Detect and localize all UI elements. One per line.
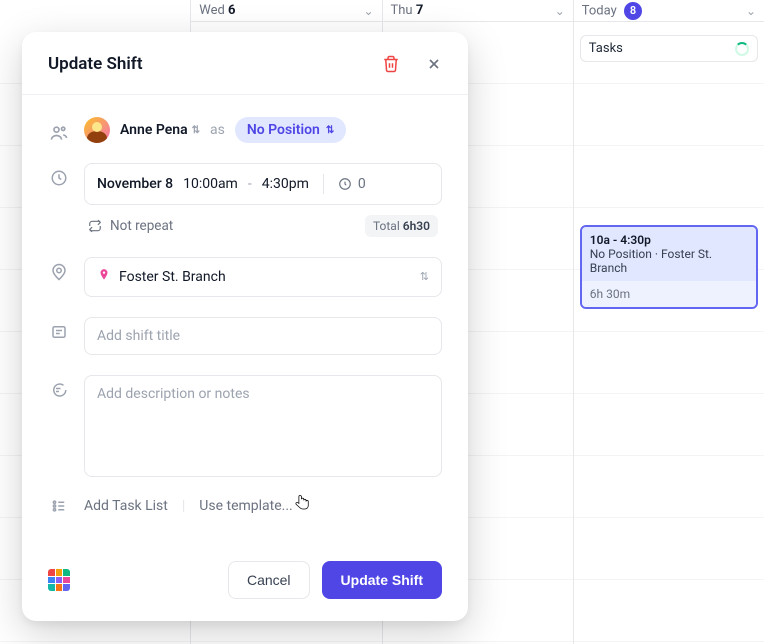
spinner-icon: [735, 42, 749, 56]
repeat-icon: [88, 219, 102, 233]
use-template-link[interactable]: Use template...: [199, 498, 292, 514]
position-selector[interactable]: No Position ⇅: [235, 117, 346, 143]
tasks-label: Tasks: [589, 41, 623, 56]
dash: -: [248, 176, 252, 192]
tasks-chip[interactable]: Tasks: [580, 35, 758, 62]
assignee-selector[interactable]: Anne Pena ⇅: [120, 122, 200, 138]
shift-event-time: 10a - 4:30p: [590, 233, 748, 247]
day-number: 6: [228, 3, 235, 18]
caret-updown-icon: ⇅: [326, 125, 334, 136]
end-time: 4:30pm: [262, 176, 309, 192]
repeat-label: Not repeat: [110, 218, 173, 234]
trash-icon[interactable]: [382, 55, 400, 73]
caret-updown-icon: ⇅: [420, 274, 429, 280]
day-prefix: Thu: [391, 3, 416, 18]
break-clock-icon: [338, 177, 352, 191]
chevron-down-icon[interactable]: ⌄: [555, 4, 565, 18]
caret-updown-icon: ⇅: [192, 125, 200, 136]
title-icon: [48, 317, 70, 341]
chevron-down-icon[interactable]: ⌄: [363, 4, 373, 18]
time-field[interactable]: November 8 10:00am - 4:30pm 0: [84, 163, 442, 205]
assignee-name-text: Anne Pena: [120, 122, 188, 138]
add-task-list-link[interactable]: Add Task List: [84, 498, 168, 514]
shift-event-meta: No Position · Foster St. Branch: [590, 247, 748, 275]
shift-event-block[interactable]: 10a - 4:30p No Position · Foster St. Bra…: [580, 225, 758, 309]
location-icon: [48, 257, 70, 281]
day-header-today[interactable]: Today 8 ⌄: [574, 0, 764, 22]
tasklist-icon: [48, 497, 70, 515]
update-shift-button[interactable]: Update Shift: [322, 561, 442, 599]
close-icon[interactable]: [426, 56, 442, 72]
start-time: 10:00am: [183, 176, 238, 192]
color-picker-icon[interactable]: [48, 569, 70, 591]
today-count-badge: 8: [624, 2, 642, 20]
divider: |: [182, 498, 185, 514]
shift-title-input[interactable]: [97, 328, 429, 344]
shift-event-duration: 6h 30m: [582, 281, 756, 307]
position-text: No Position: [247, 122, 320, 138]
shift-title-field[interactable]: [84, 317, 442, 355]
repeat-selector[interactable]: Not repeat: [88, 218, 173, 234]
day-number: 7: [416, 3, 423, 18]
update-shift-modal: Update Shift Anne Pena ⇅ as: [22, 32, 468, 621]
notes-icon: [48, 375, 70, 399]
people-icon: [48, 117, 70, 143]
as-label: as: [210, 122, 225, 138]
modal-title: Update Shift: [48, 54, 143, 74]
day-header[interactable]: Thu 7 ⌄: [383, 0, 573, 22]
chevron-down-icon[interactable]: ⌄: [746, 4, 756, 18]
cancel-button[interactable]: Cancel: [228, 561, 310, 599]
location-text: Foster St. Branch: [119, 269, 226, 285]
description-input[interactable]: [97, 386, 429, 462]
location-selector[interactable]: Foster St. Branch ⇅: [84, 257, 442, 297]
break-value: 0: [358, 176, 366, 192]
calendar-column-today: Today 8 ⌄ Tasks 10a - 4:30p No Position …: [573, 0, 764, 644]
pin-icon: [97, 268, 111, 286]
total-chip: Total 6h30: [365, 215, 438, 237]
date-value: November 8: [97, 176, 173, 192]
today-label: Today: [582, 3, 620, 18]
clock-icon: [48, 163, 70, 187]
description-field[interactable]: [84, 375, 442, 477]
avatar: [84, 117, 110, 143]
break-field[interactable]: 0: [338, 176, 366, 192]
day-header[interactable]: Wed 6 ⌄: [191, 0, 381, 22]
day-prefix: Wed: [199, 3, 228, 18]
